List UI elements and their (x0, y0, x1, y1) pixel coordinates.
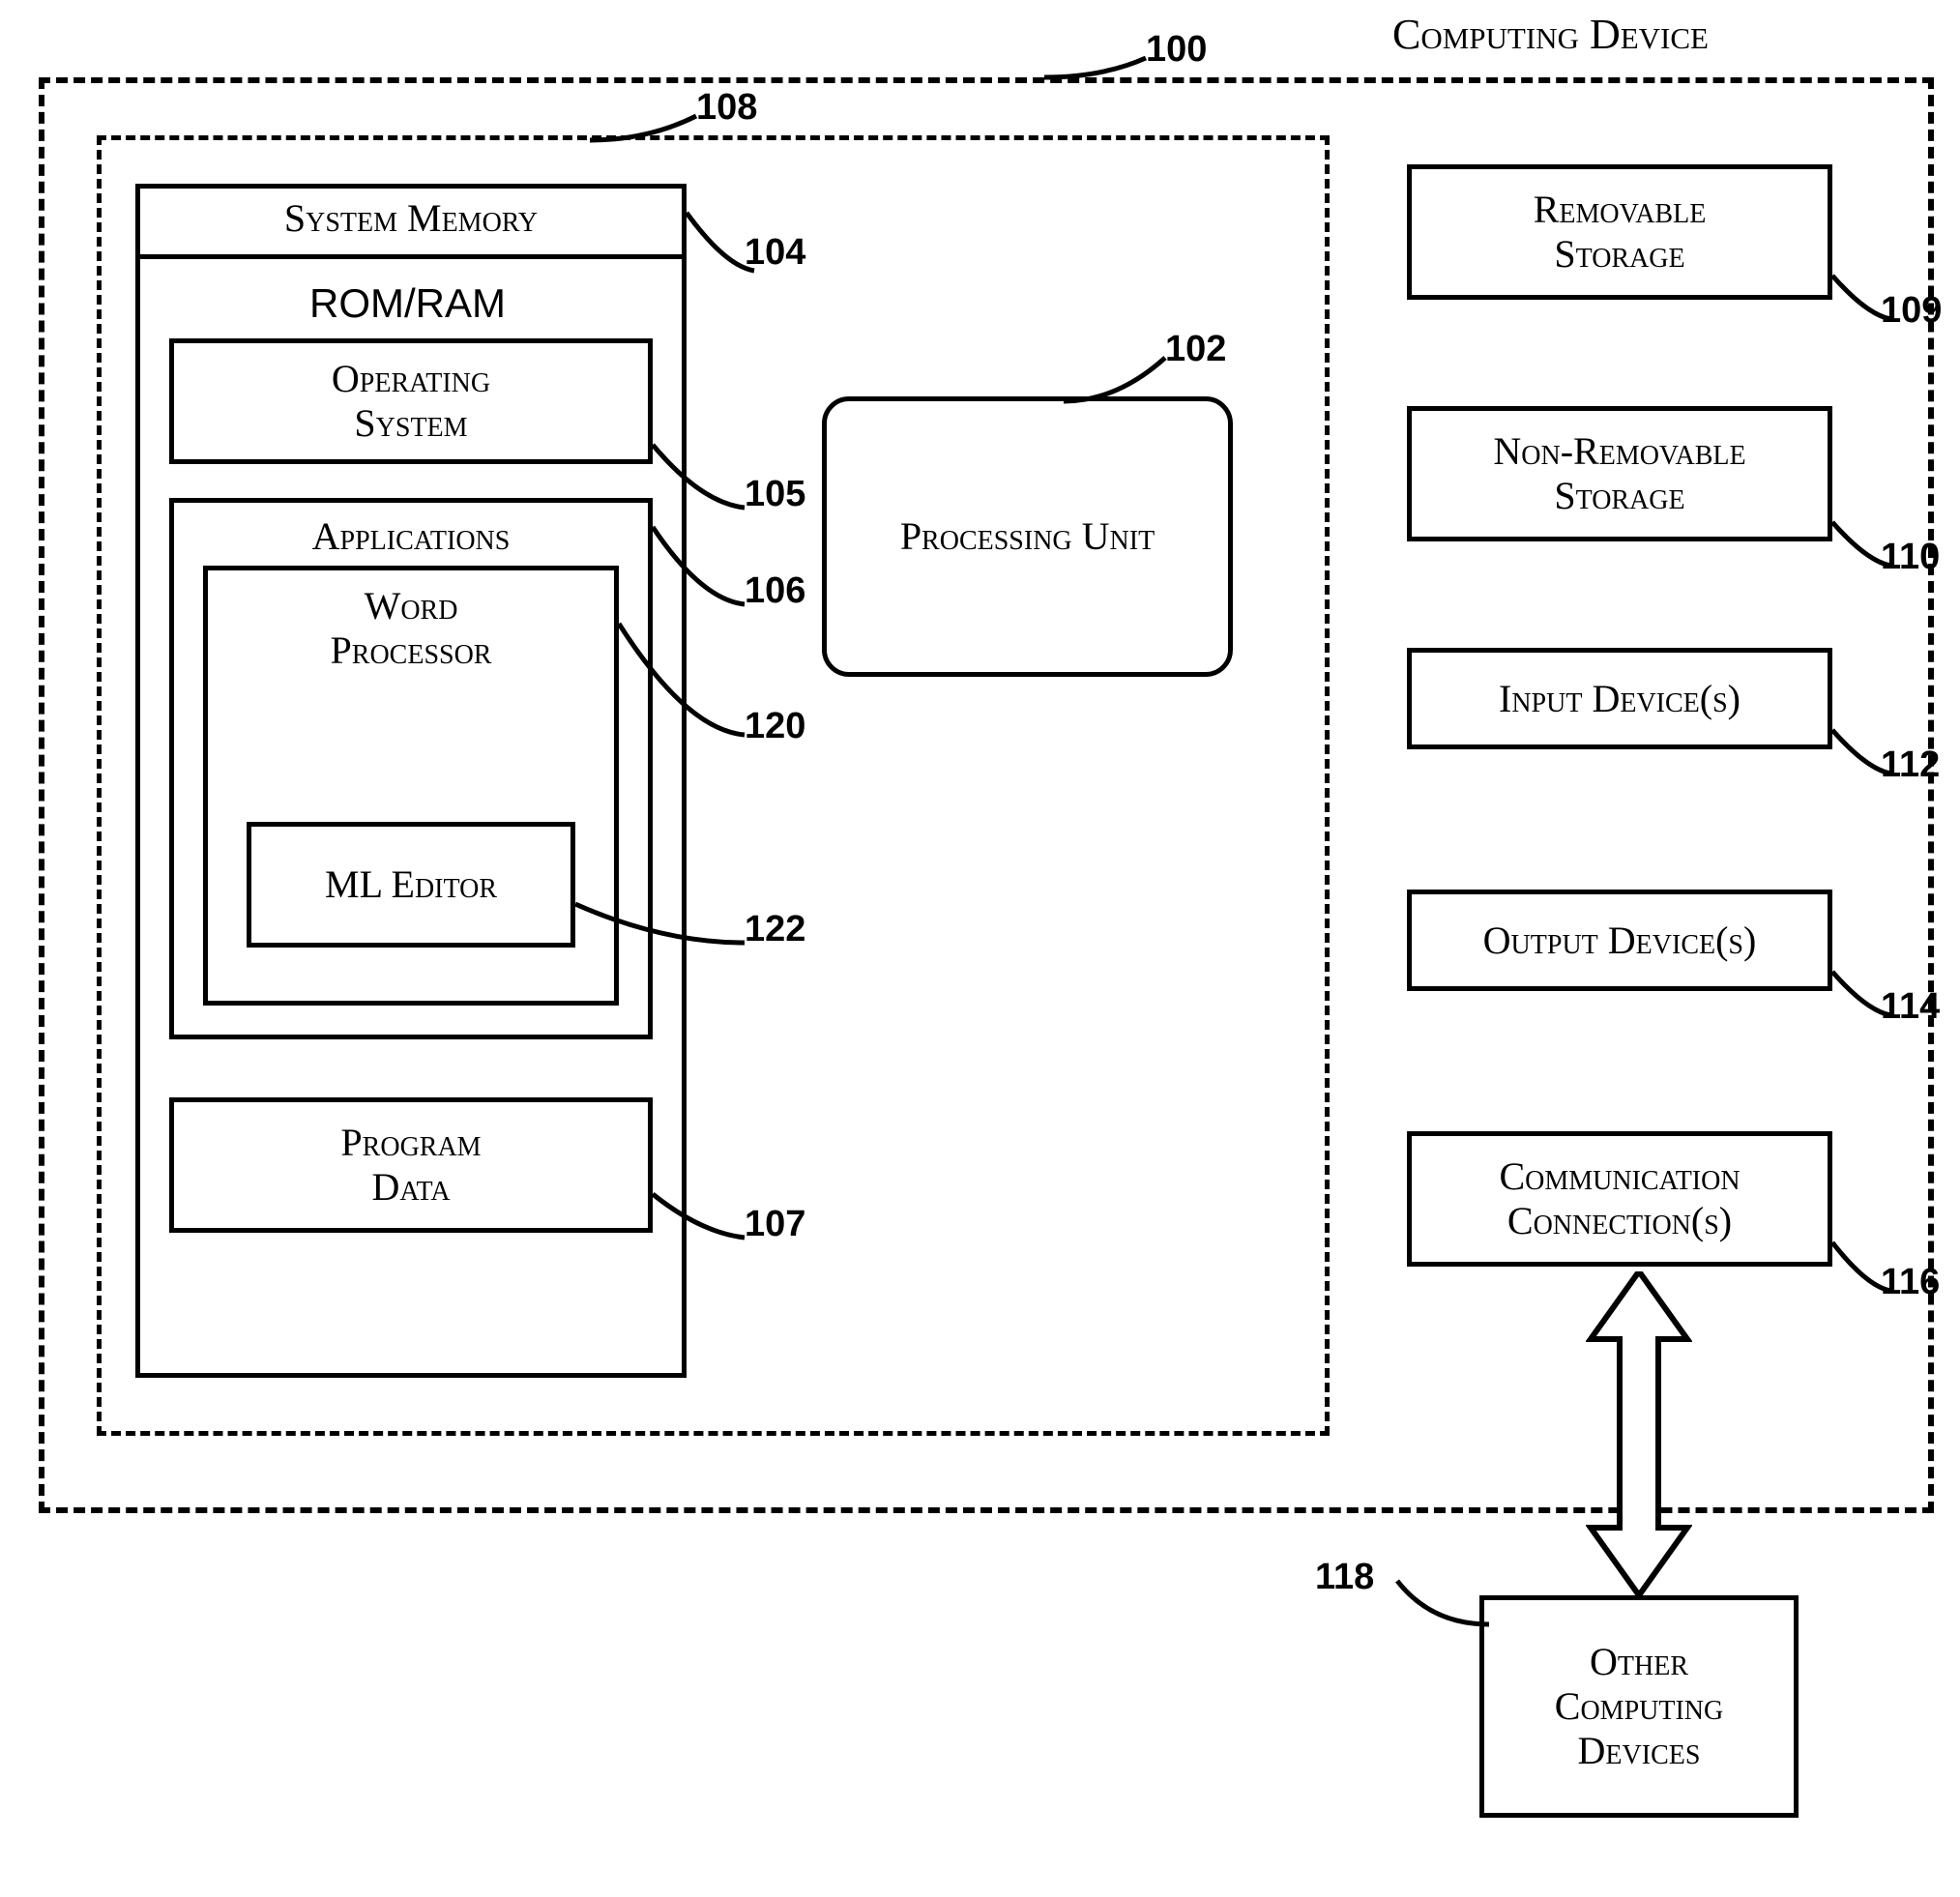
leader-102 (1064, 353, 1170, 406)
communication-connections-box: Communication Connection(s) (1407, 1131, 1832, 1267)
ref-102: 102 (1165, 329, 1226, 370)
leader-116 (1832, 1238, 1900, 1296)
applications-label: Applications (174, 514, 648, 559)
communication-connections-label: Communication Connection(s) (1499, 1154, 1740, 1243)
ref-107: 107 (745, 1204, 805, 1245)
leader-106 (653, 522, 749, 609)
system-memory-label: System Memory (284, 196, 538, 240)
leader-104 (687, 208, 764, 276)
computing-device-diagram: Computing Device System Memory ROM/RAM O… (0, 0, 1960, 1897)
non-removable-storage-label: Non-Removable Storage (1493, 429, 1745, 518)
leader-122 (575, 899, 749, 952)
ref-100: 100 (1146, 29, 1207, 71)
processing-unit-label: Processing Unit (900, 514, 1155, 559)
ref-122: 122 (745, 909, 805, 950)
leader-109 (1832, 271, 1900, 324)
ref-108: 108 (696, 87, 757, 129)
other-computing-devices-label: Other Computing Devices (1555, 1640, 1723, 1773)
input-devices-box: Input Device(s) (1407, 648, 1832, 749)
word-processor-label: Word Processor (208, 584, 614, 673)
leader-107 (653, 1189, 749, 1242)
leader-110 (1832, 517, 1900, 570)
leader-114 (1832, 967, 1900, 1020)
system-memory-title: System Memory (135, 184, 687, 259)
output-devices-box: Output Device(s) (1407, 890, 1832, 991)
diagram-title: Computing Device (1392, 10, 1709, 59)
leader-108 (590, 111, 701, 155)
non-removable-storage-box: Non-Removable Storage (1407, 406, 1832, 541)
removable-storage-box: Removable Storage (1407, 164, 1832, 300)
leader-118 (1392, 1576, 1499, 1629)
ref-105: 105 (745, 474, 805, 515)
other-computing-devices-box: Other Computing Devices (1479, 1595, 1799, 1818)
leader-105 (653, 440, 749, 512)
leader-112 (1832, 725, 1900, 778)
ref-118: 118 (1315, 1557, 1374, 1598)
ml-editor-box: ML Editor (247, 822, 575, 948)
ml-editor-label: ML Editor (325, 862, 497, 907)
ref-106: 106 (745, 570, 805, 612)
program-data-box: Program Data (169, 1097, 653, 1233)
program-data-label: Program Data (340, 1121, 481, 1210)
bidirectional-arrow-icon (1586, 1271, 1692, 1595)
leader-100 (1044, 53, 1151, 97)
ref-120: 120 (745, 706, 805, 747)
removable-storage-label: Removable Storage (1534, 188, 1707, 277)
operating-system-box: Operating System (169, 338, 653, 464)
rom-ram-label: ROM/RAM (309, 280, 506, 327)
processing-unit-box: Processing Unit (822, 396, 1233, 677)
input-devices-label: Input Device(s) (1499, 677, 1741, 721)
operating-system-label: Operating System (332, 357, 490, 446)
output-devices-label: Output Device(s) (1483, 919, 1757, 963)
leader-120 (619, 619, 749, 744)
